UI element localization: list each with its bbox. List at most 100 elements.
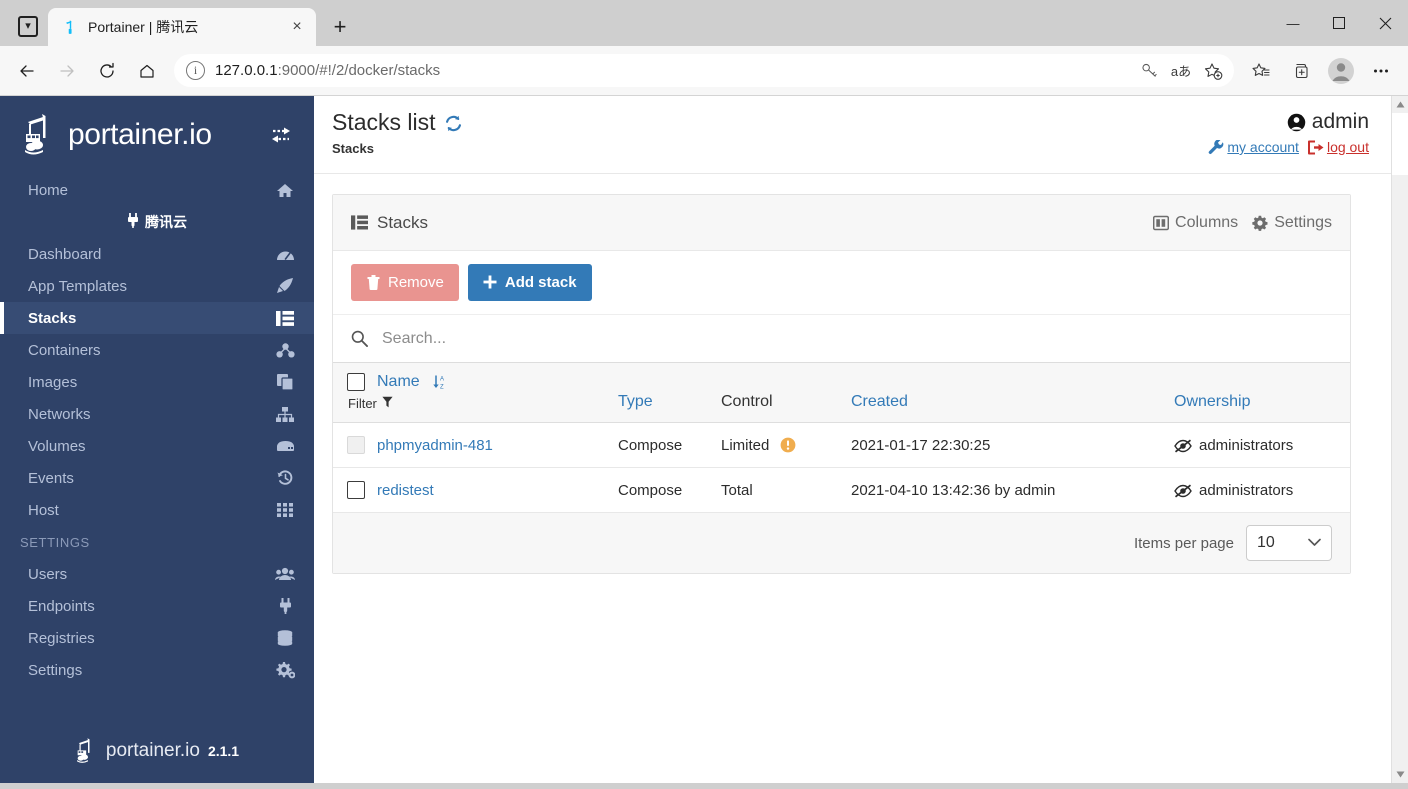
- refresh-icon[interactable]: [444, 113, 463, 132]
- page-scrollbar[interactable]: [1391, 96, 1408, 783]
- portainer-logo-icon: [22, 112, 64, 158]
- window-controls: —: [1270, 0, 1408, 46]
- close-icon[interactable]: ×: [284, 14, 310, 40]
- table-row[interactable]: phpmyadmin-481 Compose Limited 2021-01-1…: [333, 422, 1350, 468]
- sidebar-item-home[interactable]: Home: [0, 174, 314, 206]
- sidebar-item-dashboard[interactable]: Dashboard: [0, 238, 314, 270]
- sidebar-item-label: Containers: [28, 341, 101, 359]
- reload-icon[interactable]: [88, 52, 126, 90]
- stack-name-link[interactable]: redistest: [377, 482, 434, 499]
- sidebar-item-label: Host: [28, 501, 59, 519]
- my-account-label: my account: [1227, 139, 1299, 155]
- sidebar-item-label: Endpoints: [28, 597, 95, 615]
- more-icon[interactable]: [1362, 52, 1400, 90]
- scroll-up-icon[interactable]: [1392, 96, 1408, 113]
- sidebar-item-host[interactable]: Host: [0, 494, 314, 526]
- sidebar-item-settings[interactable]: Settings: [0, 654, 314, 686]
- stacks-panel: Stacks Columns Settings Remove Add stack…: [332, 194, 1351, 574]
- window-bottom-edge: [0, 783, 1408, 789]
- sidebar-nav: Home 腾讯云 Dashboard App Templates Stacks …: [0, 174, 314, 686]
- column-header-control[interactable]: Control: [721, 363, 851, 423]
- key-icon[interactable]: [1134, 57, 1164, 85]
- control-label: Limited: [721, 436, 770, 454]
- sidebar-endpoint-label: 腾讯云: [145, 214, 187, 230]
- add-stack-button[interactable]: Add stack: [467, 264, 592, 301]
- tab-actions-icon[interactable]: ▾: [8, 6, 48, 46]
- add-favorite-icon[interactable]: [1198, 57, 1228, 85]
- panel-title: Stacks: [377, 212, 429, 232]
- table-header-row: Name AZ Filter Type Control Created Owne…: [333, 363, 1350, 423]
- sidebar-item-volumes[interactable]: Volumes: [0, 430, 314, 462]
- maximize-button[interactable]: [1316, 0, 1362, 46]
- new-tab-button[interactable]: +: [322, 9, 358, 45]
- scrollbar-thumb[interactable]: [1391, 113, 1408, 175]
- filter-label: Filter: [348, 396, 377, 411]
- back-icon[interactable]: [8, 52, 46, 90]
- search-input[interactable]: [380, 328, 1332, 349]
- breadcrumb[interactable]: Stacks: [332, 141, 1208, 156]
- sidebar-item-networks[interactable]: Networks: [0, 398, 314, 430]
- profile-icon[interactable]: [1322, 52, 1360, 90]
- column-header-type[interactable]: Type: [618, 363, 721, 423]
- containers-icon: [274, 341, 296, 359]
- home-icon[interactable]: [128, 52, 166, 90]
- images-icon: [274, 373, 296, 391]
- stack-name-link[interactable]: phpmyadmin-481: [377, 437, 493, 454]
- log-out-label: log out: [1326, 139, 1369, 155]
- sidebar-item-app-templates[interactable]: App Templates: [0, 270, 314, 302]
- sidebar-item-images[interactable]: Images: [0, 366, 314, 398]
- columns-icon: [1152, 215, 1170, 231]
- panel-actions: Columns Settings: [1152, 213, 1332, 232]
- column-header-type-label: Type: [618, 393, 653, 410]
- plug-icon: [274, 597, 296, 615]
- sidebar-item-stacks[interactable]: Stacks: [0, 302, 314, 334]
- sidebar-item-endpoints[interactable]: Endpoints: [0, 590, 314, 622]
- remove-button[interactable]: Remove: [351, 264, 459, 301]
- table-body: phpmyadmin-481 Compose Limited 2021-01-1…: [333, 422, 1350, 513]
- user-display: admin: [1208, 110, 1369, 134]
- scrollbar-track[interactable]: [1391, 113, 1408, 766]
- favorites-icon[interactable]: [1242, 52, 1280, 90]
- columns-label: Columns: [1175, 213, 1239, 231]
- minimize-button[interactable]: —: [1270, 0, 1316, 46]
- sidebar-logo[interactable]: portainer.io: [0, 96, 314, 174]
- forward-icon[interactable]: [48, 52, 86, 90]
- address-bar[interactable]: i 127.0.0.1:9000/#!/2/docker/stacks aあ: [174, 54, 1234, 87]
- sidebar: portainer.io Home 腾讯云 Dashboard App Temp…: [0, 96, 314, 783]
- rocket-icon: [274, 277, 296, 295]
- networks-icon: [274, 405, 296, 423]
- sidebar-item-events[interactable]: Events: [0, 462, 314, 494]
- read-aloud-icon[interactable]: aあ: [1166, 57, 1196, 85]
- column-header-ownership[interactable]: Ownership: [1174, 363, 1350, 423]
- column-header-created[interactable]: Created: [851, 363, 1174, 423]
- filter-icon[interactable]: [382, 396, 393, 411]
- site-info-icon[interactable]: i: [186, 61, 205, 80]
- svg-text:Z: Z: [440, 385, 444, 391]
- collections-icon[interactable]: [1282, 52, 1320, 90]
- items-per-page-select[interactable]: 10: [1246, 525, 1332, 561]
- sort-alpha-down-icon[interactable]: AZ: [432, 374, 446, 390]
- select-all-checkbox[interactable]: [347, 373, 365, 391]
- my-account-link[interactable]: my account: [1208, 139, 1299, 155]
- eye-slash-icon: [1174, 438, 1192, 453]
- row-checkbox[interactable]: [347, 481, 365, 499]
- settings-button[interactable]: Settings: [1252, 214, 1332, 232]
- sidebar-section-settings: SETTINGS: [20, 534, 90, 550]
- row-checkbox[interactable]: [347, 436, 365, 454]
- column-header-name-label: Name: [377, 373, 420, 390]
- sidebar-item-users[interactable]: Users: [0, 558, 314, 590]
- columns-button[interactable]: Columns: [1152, 213, 1239, 232]
- log-out-link[interactable]: log out: [1307, 139, 1369, 155]
- add-stack-label: Add stack: [504, 274, 577, 291]
- search-row[interactable]: [333, 315, 1350, 363]
- sidebar-item-registries[interactable]: Registries: [0, 622, 314, 654]
- column-header-control-label: Control: [721, 393, 773, 410]
- table-row[interactable]: redistest Compose Total 2021-04-10 13:42…: [333, 467, 1350, 513]
- sidebar-toggle-icon[interactable]: [266, 120, 296, 150]
- close-window-button[interactable]: [1362, 0, 1408, 46]
- sidebar-item-containers[interactable]: Containers: [0, 334, 314, 366]
- column-header-name[interactable]: Name AZ Filter: [333, 363, 618, 423]
- browser-tab[interactable]: Portainer | 腾讯云 ×: [48, 8, 316, 46]
- scroll-down-icon[interactable]: [1392, 766, 1408, 783]
